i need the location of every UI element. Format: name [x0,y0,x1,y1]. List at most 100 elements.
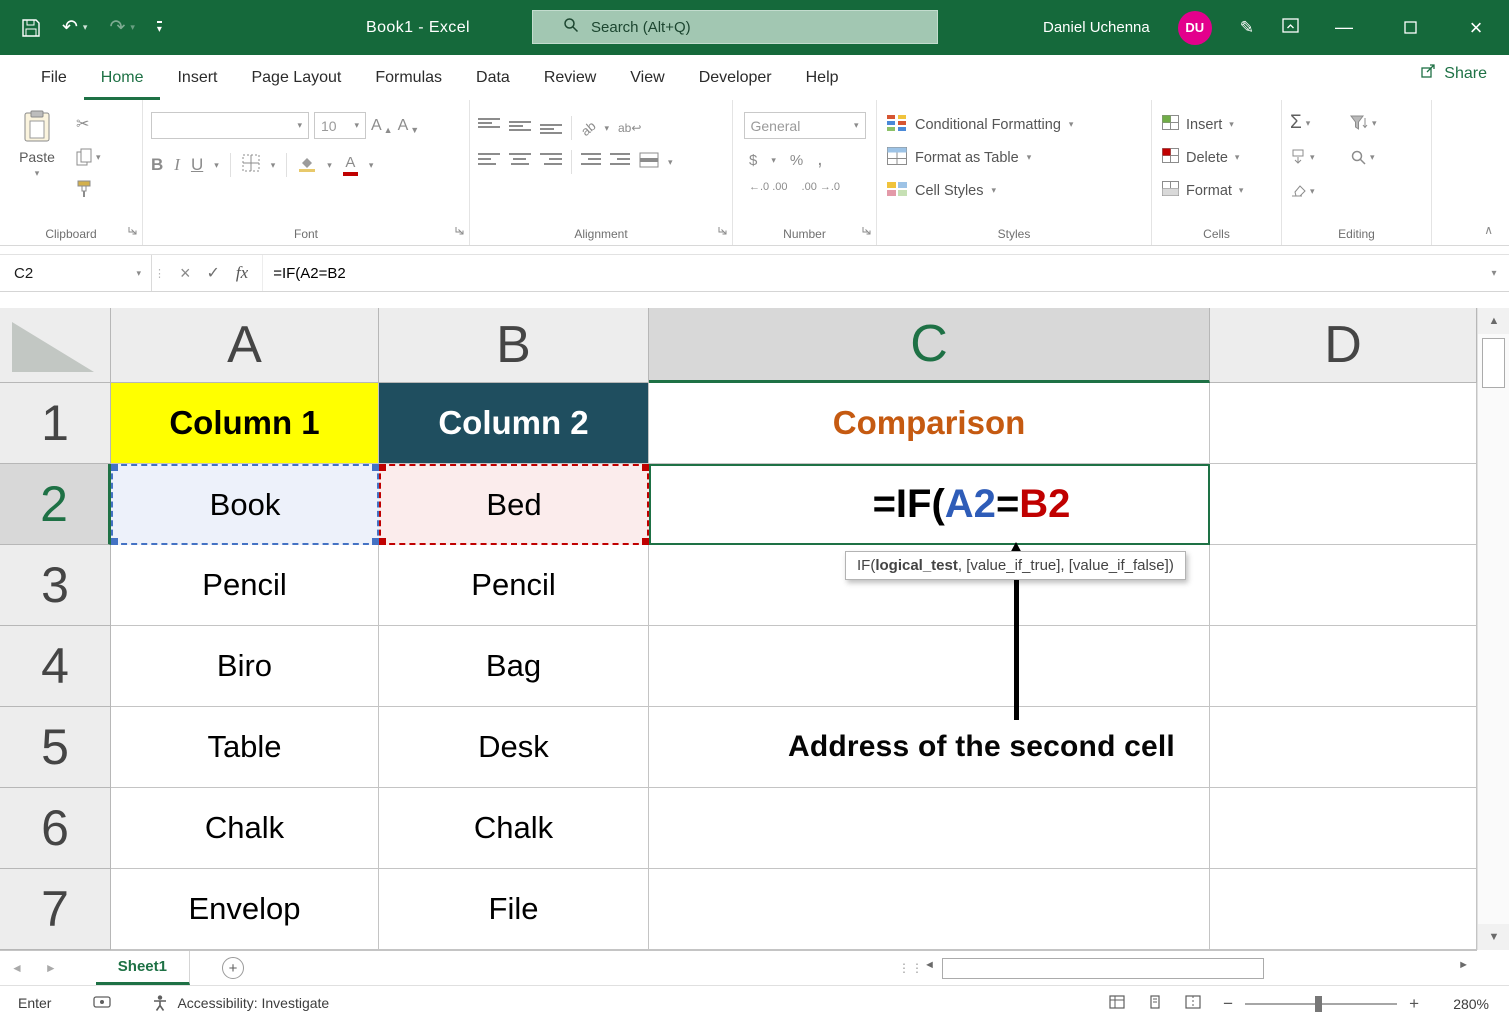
cell-D4[interactable] [1210,626,1477,707]
minimize-button[interactable]: — [1311,0,1377,55]
orientation-icon[interactable]: ab [578,118,599,139]
fill-button[interactable]: ▾ [1290,149,1350,165]
column-header-D[interactable]: D [1210,308,1477,383]
insert-cells-button[interactable]: Insert ▾ [1160,108,1273,141]
previous-sheet-icon[interactable]: ◄ [0,961,34,975]
close-button[interactable]: × [1443,0,1509,55]
ribbon-display-options-icon[interactable] [1282,18,1299,38]
macro-record-icon[interactable] [93,996,111,1010]
font-size-combo[interactable]: 10▾ [314,112,366,139]
cell-D5[interactable] [1210,707,1477,788]
share-button[interactable]: Share [1420,63,1487,84]
formula-bar-handle[interactable]: ⋮ [152,255,166,291]
align-right-icon[interactable] [540,152,562,173]
row-header-4[interactable]: 4 [0,626,111,707]
cell-C6[interactable] [649,788,1210,869]
cell-B6[interactable]: Chalk [379,788,649,869]
row-header-2[interactable]: 2 [0,464,111,545]
cell-D2[interactable] [1210,464,1477,545]
zoom-slider-thumb[interactable] [1315,996,1322,1012]
normal-view-icon[interactable] [1109,995,1125,1012]
page-layout-view-icon[interactable] [1147,995,1163,1012]
scroll-up-icon[interactable]: ▲ [1478,308,1509,334]
cell-A1[interactable]: Column 1 [111,383,379,464]
cell-B1[interactable]: Column 2 [379,383,649,464]
cell-D1[interactable] [1210,383,1477,464]
name-box[interactable]: C2 ▾ [0,255,152,291]
font-name-combo[interactable]: ▾ [151,112,309,139]
fill-color-icon[interactable] [298,154,316,177]
borders-icon[interactable] [242,154,260,177]
copy-icon[interactable]: ▾ [76,148,101,166]
row-header-7[interactable]: 7 [0,869,111,950]
cell-B7[interactable]: File [379,869,649,950]
zoom-level[interactable]: 280% [1441,996,1489,1012]
cell-A5[interactable]: Table [111,707,379,788]
increase-decimal-icon[interactable]: ←.0 .00 [749,181,788,193]
page-break-preview-icon[interactable] [1185,995,1201,1012]
cut-icon[interactable]: ✂ [76,114,101,134]
italic-icon[interactable]: I [174,155,180,175]
wrap-text-icon[interactable]: ab↩ [618,121,641,135]
cell-D7[interactable] [1210,869,1477,950]
decrease-decimal-icon[interactable]: .00 →.0 [802,181,841,193]
cell-A4[interactable]: Biro [111,626,379,707]
cell-A3[interactable]: Pencil [111,545,379,626]
tab-page-layout[interactable]: Page Layout [234,55,358,100]
conditional-formatting-button[interactable]: Conditional Formatting ▾ [885,108,1143,141]
zoom-in-icon[interactable]: + [1409,994,1419,1014]
row-header-1[interactable]: 1 [0,383,111,464]
cell-B2[interactable]: Bed [379,464,649,545]
row-header-5[interactable]: 5 [0,707,111,788]
tab-home[interactable]: Home [84,55,161,100]
cell-D6[interactable] [1210,788,1477,869]
scroll-down-icon[interactable]: ▼ [1478,924,1509,950]
scroll-right-icon[interactable]: ► [1458,959,1469,971]
insert-function-icon[interactable]: fx [236,263,248,283]
cancel-formula-icon[interactable]: × [180,263,191,284]
align-center-icon[interactable] [509,152,531,173]
scroll-left-icon[interactable]: ◄ [924,959,935,971]
tab-formulas[interactable]: Formulas [358,55,459,100]
orientation-chevron-icon[interactable]: ▾ [604,124,609,133]
autosum-button[interactable]: Σ▾ [1290,112,1350,134]
cell-B5[interactable]: Desk [379,707,649,788]
column-header-B[interactable]: B [379,308,649,383]
cell-C7[interactable] [649,869,1210,950]
cell-C4[interactable] [649,626,1210,707]
inking-icon[interactable]: ✎ [1240,18,1254,38]
increase-indent-icon[interactable] [610,152,630,173]
tab-data[interactable]: Data [459,55,527,100]
new-sheet-button[interactable]: + [222,957,244,979]
collapse-ribbon-icon[interactable]: ∧ [1484,223,1493,237]
format-as-table-button[interactable]: Format as Table ▾ [885,141,1143,174]
cell-C1[interactable]: Comparison [649,383,1210,464]
borders-chevron-icon[interactable]: ▾ [271,161,276,170]
save-icon[interactable] [22,19,40,37]
underline-chevron-icon[interactable]: ▾ [214,161,219,170]
number-format-combo[interactable]: General▾ [744,112,866,139]
cell-B4[interactable]: Bag [379,626,649,707]
tab-developer[interactable]: Developer [682,55,789,100]
avatar[interactable]: DU [1178,11,1212,45]
customize-quick-access-icon[interactable]: ▾ [157,21,162,35]
formula-input[interactable]: =IF(A2=B2 [263,255,1479,291]
delete-cells-button[interactable]: Delete ▾ [1160,141,1273,174]
cell-B3[interactable]: Pencil [379,545,649,626]
sort-filter-button[interactable]: ▾ [1350,115,1410,131]
align-top-icon[interactable] [478,118,500,139]
search-box[interactable]: Search (Alt+Q) [532,10,938,44]
decrease-indent-icon[interactable] [581,152,601,173]
tab-view[interactable]: View [613,55,681,100]
enter-formula-icon[interactable]: ✓ [207,263,220,283]
select-all-corner[interactable] [0,308,111,383]
sheet-tab-sheet1[interactable]: Sheet1 [96,951,190,985]
row-header-3[interactable]: 3 [0,545,111,626]
align-left-icon[interactable] [478,152,500,173]
maximize-button[interactable] [1377,0,1443,55]
clear-button[interactable]: ▾ [1290,183,1350,199]
increase-font-size-icon[interactable]: A▲ [371,117,393,135]
align-bottom-icon[interactable] [540,118,562,139]
merge-center-icon[interactable] [639,152,659,173]
decrease-font-size-icon[interactable]: A▼ [398,117,420,135]
